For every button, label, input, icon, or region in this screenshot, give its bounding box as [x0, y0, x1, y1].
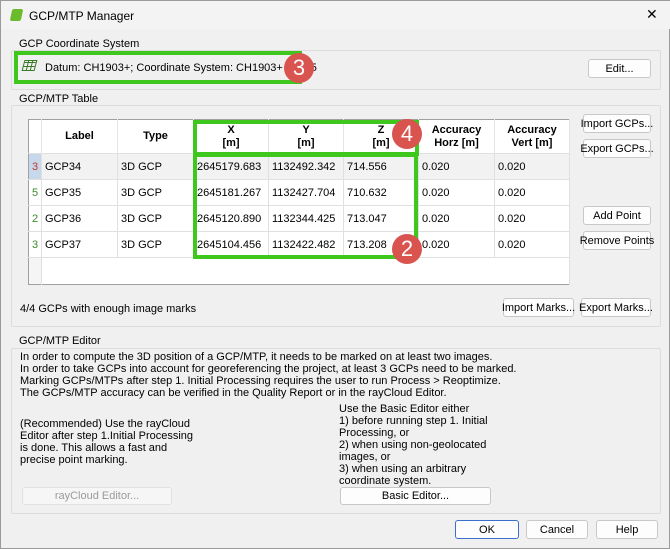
export-gcps-button[interactable]: Export GCPs... — [580, 139, 654, 158]
add-point-button[interactable]: Add Point — [583, 206, 651, 225]
annotation-badge-2: 2 — [392, 234, 422, 264]
cell-acc-h[interactable]: 0.020 — [418, 205, 495, 232]
cell-acc-v[interactable]: 0.020 — [494, 231, 570, 258]
header-text: Accuracy — [431, 123, 482, 136]
mark-count: 3 — [28, 231, 42, 258]
cell-acc-h[interactable]: 0.020 — [418, 153, 495, 180]
raycloud-editor-button[interactable]: rayCloud Editor... — [22, 487, 172, 505]
row-number-header — [28, 119, 42, 154]
cell-acc-h[interactable]: 0.020 — [418, 231, 495, 258]
raycloud-description: (Recommended) Use the rayCloud Editor af… — [20, 418, 194, 466]
import-marks-button[interactable]: Import Marks... — [502, 298, 575, 317]
header-unit: Vert [m] — [511, 136, 553, 149]
edit-coordinate-system-button[interactable]: Edit... — [588, 59, 651, 78]
header-text: Accuracy — [507, 123, 557, 136]
annotation-badge-4: 4 — [392, 119, 422, 149]
editor-info-text: In order to compute the 3D position of a… — [20, 351, 517, 399]
title-bar: GCP/MTP Manager ✕ — [1, 1, 670, 29]
header-text: Label — [65, 130, 94, 142]
remove-points-button[interactable]: Remove Points — [580, 231, 654, 250]
cell-label[interactable]: GCP34 — [41, 153, 118, 180]
cell-acc-h[interactable]: 0.020 — [418, 179, 495, 206]
cell-type[interactable]: 3D GCP — [117, 231, 194, 258]
export-marks-button[interactable]: Export Marks... — [579, 298, 653, 317]
cell-label[interactable]: GCP35 — [41, 179, 118, 206]
app-logo-icon — [9, 9, 24, 21]
marks-status-text: 4/4 GCPs with enough image marks — [20, 303, 197, 315]
mark-count: 5 — [28, 179, 42, 206]
column-header-type[interactable]: Type — [117, 119, 194, 154]
ok-button[interactable]: OK — [455, 520, 519, 539]
header-unit: Horz [m] — [434, 136, 479, 149]
mark-count: 2 — [28, 205, 42, 232]
help-button[interactable]: Help — [596, 520, 658, 539]
cell-type[interactable]: 3D GCP — [117, 153, 194, 180]
table-group-label: GCP/MTP Table — [19, 93, 99, 105]
gcp-manager-dialog: GCP/MTP Manager ✕ GCP Coordinate System … — [0, 0, 670, 549]
cell-acc-v[interactable]: 0.020 — [494, 205, 570, 232]
import-gcps-button[interactable]: Import GCPs... — [581, 114, 653, 133]
highlight-xyz-header — [193, 120, 419, 156]
column-header-accuracy-vert[interactable]: Accuracy Vert [m] — [494, 119, 570, 154]
highlight-xyz-values — [193, 153, 418, 259]
editor-group-label: GCP/MTP Editor — [19, 335, 101, 347]
basic-editor-button[interactable]: Basic Editor... — [340, 487, 491, 505]
annotation-badge-3: 3 — [284, 53, 314, 83]
cell-acc-v[interactable]: 0.020 — [494, 153, 570, 180]
cell-type[interactable]: 3D GCP — [117, 179, 194, 206]
empty-row — [28, 257, 570, 285]
highlight-coordinate-system — [14, 51, 302, 84]
window-title: GCP/MTP Manager — [29, 9, 135, 23]
cancel-button[interactable]: Cancel — [526, 520, 588, 539]
column-header-accuracy-horz[interactable]: Accuracy Horz [m] — [418, 119, 495, 154]
cell-label[interactable]: GCP37 — [41, 231, 118, 258]
coord-system-group-label: GCP Coordinate System — [19, 38, 140, 50]
basic-editor-description: Use the Basic Editor either 1) before ru… — [339, 403, 488, 487]
cell-acc-v[interactable]: 0.020 — [494, 179, 570, 206]
column-header-label[interactable]: Label — [41, 119, 118, 154]
mark-count: 3 — [28, 153, 42, 180]
close-icon[interactable]: ✕ — [646, 6, 658, 23]
header-text: Type — [143, 130, 168, 142]
cell-label[interactable]: GCP36 — [41, 205, 118, 232]
cell-type[interactable]: 3D GCP — [117, 205, 194, 232]
